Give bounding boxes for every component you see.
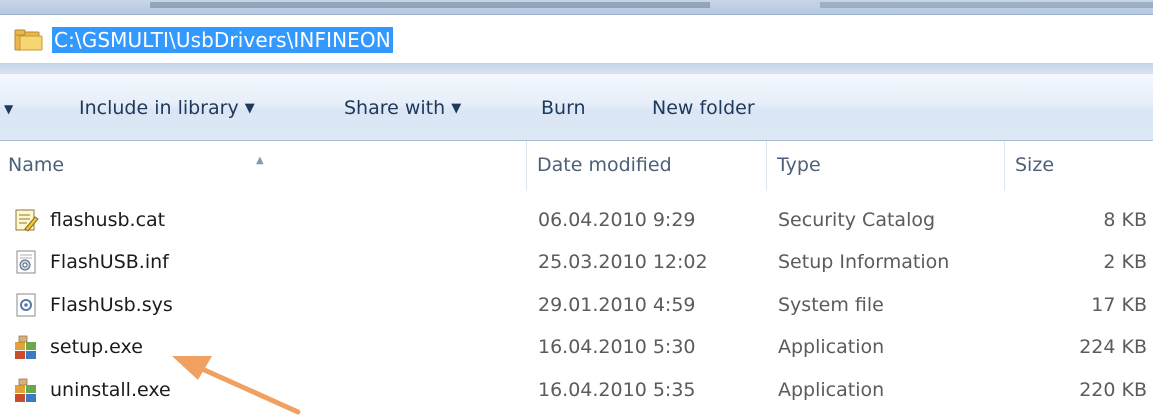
- file-date: 16.04.2010 5:35: [538, 378, 696, 401]
- file-type: System file: [778, 293, 884, 316]
- share-with-button[interactable]: Share with ▼: [344, 95, 461, 121]
- new-folder-label: New folder: [652, 97, 755, 119]
- file-date: 25.03.2010 12:02: [538, 251, 708, 274]
- new-folder-button[interactable]: New folder: [652, 95, 755, 121]
- file-size: 17 KB: [1091, 293, 1147, 316]
- chevron-down-icon: ▼: [451, 100, 462, 116]
- frame-shadow: [820, 2, 1153, 8]
- file-date: 16.04.2010 5:30: [538, 336, 696, 359]
- file-name: flashusb.cat: [50, 209, 166, 231]
- system-file-icon: [16, 293, 36, 317]
- file-name: setup.exe: [50, 336, 143, 359]
- frame-shadow: [150, 2, 710, 8]
- share-with-label: Share with: [344, 97, 446, 119]
- column-date-modified[interactable]: Date modified: [527, 141, 767, 191]
- sort-ascending-icon: ▲: [256, 155, 264, 166]
- setup-information-icon: [16, 250, 36, 274]
- column-size-label: Size: [1015, 154, 1055, 176]
- column-size[interactable]: Size: [1005, 141, 1153, 191]
- file-size: 220 KB: [1079, 378, 1147, 401]
- chevron-down-icon[interactable]: ▼: [4, 102, 13, 116]
- file-size: 2 KB: [1103, 251, 1147, 274]
- file-row[interactable]: FlashUsb.sys 29.01.2010 4:59 System file…: [0, 284, 1153, 326]
- file-date: 06.04.2010 9:29: [538, 209, 696, 231]
- address-path[interactable]: C:\GSMULTI\UsbDrivers\INFINEON: [52, 27, 393, 53]
- file-type: Application: [778, 336, 885, 359]
- file-name: FlashUsb.sys: [50, 293, 173, 316]
- file-row[interactable]: uninstall.exe 16.04.2010 5:35 Applicatio…: [0, 369, 1153, 411]
- chevron-down-icon: ▼: [244, 100, 255, 116]
- column-name[interactable]: Name ▲: [0, 141, 527, 191]
- file-size: 8 KB: [1103, 209, 1147, 231]
- file-date: 29.01.2010 4:59: [538, 293, 696, 316]
- window-frame-top: [0, 0, 1153, 15]
- file-row[interactable]: flashusb.cat 06.04.2010 9:29 Security Ca…: [0, 199, 1153, 241]
- file-size: 224 KB: [1079, 336, 1147, 359]
- file-type: Security Catalog: [778, 209, 936, 231]
- file-list: flashusb.cat 06.04.2010 9:29 Security Ca…: [0, 199, 1153, 411]
- application-icon: [15, 378, 36, 402]
- burn-label: Burn: [541, 97, 586, 119]
- burn-button[interactable]: Burn: [541, 95, 586, 121]
- address-bar[interactable]: C:\GSMULTI\UsbDrivers\INFINEON: [0, 15, 1153, 64]
- file-row[interactable]: setup.exe 16.04.2010 5:30 Application 22…: [0, 326, 1153, 368]
- column-type-label: Type: [777, 154, 821, 176]
- security-catalog-icon: [15, 209, 39, 232]
- column-header-row: Name ▲ Date modified Type Size: [0, 141, 1153, 191]
- file-name: uninstall.exe: [50, 378, 171, 401]
- application-icon: [15, 335, 36, 360]
- column-name-label: Name: [8, 154, 65, 176]
- file-name: FlashUSB.inf: [50, 251, 169, 274]
- toolbar-separator: [0, 64, 1153, 74]
- folder-icon: [14, 29, 43, 51]
- column-type[interactable]: Type: [767, 141, 1005, 191]
- file-row[interactable]: FlashUSB.inf 25.03.2010 12:02 Setup Info…: [0, 241, 1153, 283]
- column-date-modified-label: Date modified: [537, 154, 672, 176]
- include-in-library-label: Include in library: [79, 97, 239, 119]
- file-type: Setup Information: [778, 251, 950, 274]
- file-type: Application: [778, 378, 885, 401]
- command-toolbar: ▼ Include in library ▼ Share with ▼ Burn N…: [0, 74, 1153, 141]
- include-in-library-button[interactable]: Include in library ▼: [79, 95, 255, 121]
